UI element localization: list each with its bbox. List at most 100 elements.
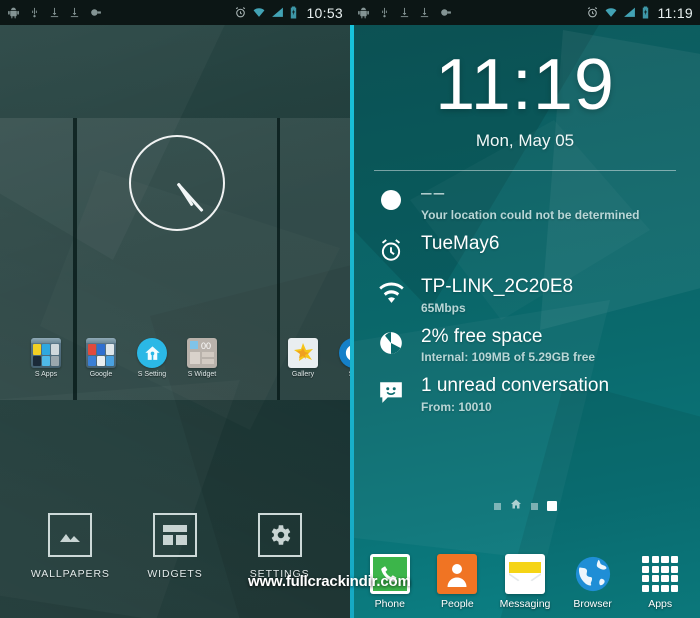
- wifi-icon: [254, 8, 265, 17]
- app-item-s-setting[interactable]: S Setting: [128, 338, 176, 378]
- notification-title: ––: [421, 183, 447, 205]
- status-bar-system-icons: 10:53: [234, 5, 343, 21]
- folder-icon: [86, 338, 116, 368]
- battery-charging-icon: [291, 6, 297, 19]
- dual-phone-screenshot: 10:53 S Apps Google S Setting 00 S Widge…: [0, 0, 700, 618]
- alarm-icon: [376, 235, 406, 265]
- app-item-gallery[interactable]: Gallery: [279, 338, 327, 378]
- wallpaper-facet: [0, 380, 240, 618]
- widgets-button[interactable]: WIDGETS: [129, 513, 221, 580]
- apps-grid-icon: [640, 554, 680, 594]
- dock-item-messaging[interactable]: Messaging: [495, 554, 555, 610]
- screen-edge-highlight: [350, 25, 354, 618]
- page-indicator-dot[interactable]: [493, 502, 501, 510]
- message-icon: [376, 377, 406, 407]
- wifi-icon: [605, 8, 616, 17]
- notification-wifi[interactable]: TP-LINK_2C20E8 65Mbps: [376, 276, 700, 315]
- lockscreen-time: 11:19: [435, 45, 615, 125]
- status-bar-notification-icons: [7, 6, 234, 19]
- image-icon: [48, 513, 93, 557]
- download-icon: [400, 7, 409, 18]
- dock-item-people[interactable]: People: [427, 554, 487, 610]
- right-status-bar[interactable]: 11:19: [350, 0, 700, 25]
- dock-item-browser[interactable]: Browser: [563, 554, 623, 610]
- lockscreen-page-indicators: [350, 497, 700, 515]
- alarm-icon: [236, 7, 246, 18]
- widget-icon: 00: [187, 338, 217, 368]
- dock-label: Browser: [573, 598, 612, 610]
- widgets-icon: [152, 513, 197, 557]
- right-status-time: 11:19: [657, 4, 693, 21]
- people-icon: [437, 554, 478, 594]
- svg-text:00: 00: [201, 341, 211, 351]
- app-item-s-apps[interactable]: S Apps: [22, 338, 70, 378]
- battery-charging-icon: [642, 6, 648, 19]
- status-bar-notification-icons: [357, 6, 586, 19]
- lockscreen-notification-list: –– Your location could not be determined…: [350, 171, 700, 414]
- wallpapers-label: WALLPAPERS: [30, 568, 110, 580]
- envelope-icon: [504, 554, 545, 594]
- notification-title: TP-LINK_2C20E8: [421, 276, 574, 298]
- alarm-icon: [587, 7, 597, 18]
- page-indicator-dot-active[interactable]: [546, 501, 557, 511]
- watermark: www.fullcrackindir.com: [248, 573, 411, 590]
- settings-button[interactable]: SETTINGS: [234, 513, 326, 580]
- dock-item-apps[interactable]: Apps: [630, 554, 690, 610]
- analog-clock-widget[interactable]: [128, 135, 225, 231]
- app-label: S Setting: [137, 371, 167, 378]
- android-icon: [358, 7, 369, 19]
- page-indicator-home-icon[interactable]: [510, 497, 522, 515]
- notification-title: 1 unread conversation: [421, 375, 610, 397]
- app-item-google[interactable]: Google: [77, 338, 125, 378]
- notification-title: TueMay6: [421, 233, 500, 255]
- gallery-icon: [288, 338, 318, 368]
- dock-label: Apps: [648, 598, 673, 610]
- storage-icon: [376, 328, 406, 358]
- lockscreen-clock: 11:19 Mon, May 05: [350, 25, 700, 172]
- app-label: S Widget: [187, 371, 217, 378]
- left-status-time: 10:53: [306, 4, 343, 21]
- left-phone-homescreen-edit-mode: 10:53 S Apps Google S Setting 00 S Widge…: [0, 0, 350, 618]
- notification-subtitle: 65Mbps: [421, 300, 466, 315]
- weather-icon: [376, 185, 406, 215]
- settings-icon: [339, 338, 350, 368]
- home-settings-icon: [137, 338, 167, 368]
- usb-icon: [382, 7, 387, 18]
- android-icon: [8, 7, 19, 19]
- homescreen-app-row: S Apps Google S Setting 00 S Widget Gall…: [0, 338, 350, 388]
- gear-icon: [257, 513, 302, 557]
- screenshot-icon: [441, 9, 451, 16]
- app-label: Google: [89, 371, 113, 378]
- notification-title: 2% free space: [421, 325, 543, 347]
- notification-message[interactable]: 1 unread conversation From: 10010: [376, 375, 700, 414]
- download-icon: [50, 7, 59, 18]
- screenshot-icon: [91, 9, 101, 16]
- notification-storage[interactable]: 2% free space Internal: 109MB of 5.29GB …: [376, 325, 700, 364]
- app-label: Gallery: [291, 371, 315, 378]
- app-label: S Apps: [34, 371, 58, 378]
- dock-label: Messaging: [499, 598, 551, 610]
- lockscreen-date: Mon, May 05: [475, 131, 575, 151]
- left-status-bar[interactable]: 10:53: [0, 0, 350, 25]
- dock-label: Phone: [374, 598, 405, 610]
- usb-icon: [32, 7, 37, 18]
- download-icon: [70, 7, 79, 18]
- notification-weather[interactable]: –– Your location could not be determined: [376, 183, 700, 222]
- homescreen-edit-actions: WALLPAPERS WIDGETS SETTINGS: [0, 513, 350, 580]
- dock-label: People: [441, 598, 474, 610]
- notification-alarm[interactable]: TueMay6: [376, 233, 700, 265]
- notification-subtitle: From: 10010: [421, 400, 492, 415]
- signal-icon: [272, 7, 284, 17]
- app-item-s-widget[interactable]: 00 S Widget: [178, 338, 226, 378]
- folder-icon: [31, 338, 61, 368]
- signal-icon: [623, 7, 635, 17]
- globe-icon: [573, 554, 613, 594]
- wifi-icon: [376, 278, 406, 308]
- page-indicator-dot[interactable]: [530, 502, 538, 510]
- wallpapers-button[interactable]: WALLPAPERS: [24, 513, 116, 580]
- app-label: Set: [330, 371, 350, 378]
- notification-subtitle: Your location could not be determined: [421, 208, 640, 223]
- right-phone-lockscreen: 11:19 11:19 Mon, May 05 –– Your location…: [350, 0, 700, 618]
- status-bar-system-icons: 11:19: [586, 5, 694, 21]
- app-item-settings[interactable]: Set: [330, 338, 350, 378]
